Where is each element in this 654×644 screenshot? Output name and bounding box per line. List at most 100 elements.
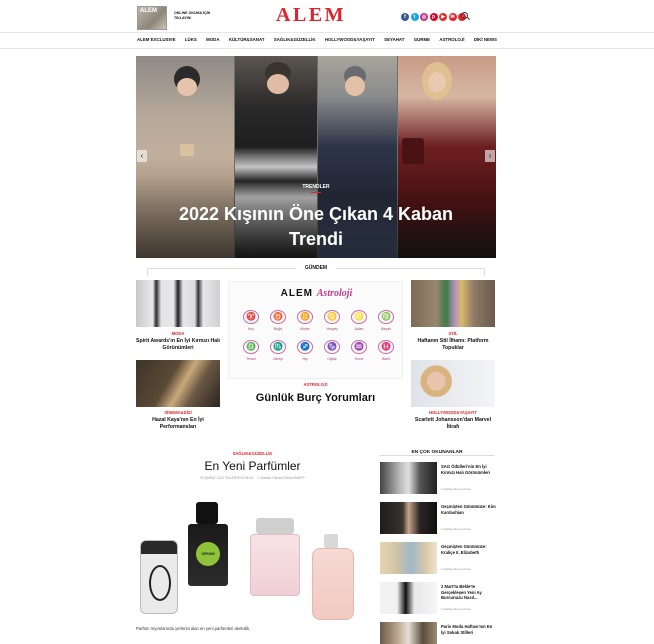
article-title[interactable]: En Yeni Parfümler — [136, 459, 369, 473]
zodiac-label: Terazi — [246, 357, 256, 361]
card-image-spirit-awards[interactable] — [136, 280, 220, 327]
youtube-icon[interactable]: ▶ — [439, 13, 447, 21]
zodiac-label: Akrep — [273, 357, 283, 361]
most-read-title[interactable]: Geçmişten Günümüze: Kraliçe II. Elizabet… — [441, 544, 497, 555]
pinterest-icon[interactable]: p — [429, 13, 438, 21]
zodiac-icon[interactable]: ♑ — [324, 340, 340, 354]
zodiac-icon[interactable]: ♍ — [378, 310, 394, 324]
astrology-script: Astroloji — [316, 288, 353, 299]
astrology-card[interactable]: ALEM Astroloji ♈ Koç ♉ Boğa ♊ İkizler ♋ Yengeç ♌… — [228, 281, 403, 379]
zodiac-icon[interactable]: ♈ — [243, 310, 259, 324]
zodiac-icon[interactable]: ♎ — [243, 340, 259, 354]
header-divider — [0, 32, 654, 33]
card-image-hazal-kaya[interactable] — [136, 360, 220, 407]
nav-item-8[interactable]: ASTROLOJİ — [439, 37, 464, 45]
zodiac-icon[interactable]: ♉ — [270, 310, 286, 324]
hero-category-underline — [311, 192, 321, 193]
gundem-heading: GÜNDEM — [296, 265, 336, 271]
most-read-meta: 1 dakika okuma süresi — [441, 567, 471, 571]
most-read-image[interactable] — [380, 542, 437, 574]
magazine-label: ALEM — [140, 8, 157, 14]
article-date: 09 ŞUBAT 2022 PAZARTESİ 08:04 — [200, 476, 254, 480]
card-title[interactable]: Haftanın Stil İlhamı: Platform Topuklar — [411, 338, 495, 352]
most-read-meta: 1 dakika okuma süresi — [441, 527, 471, 531]
astrology-brand: ALEM — [280, 288, 313, 299]
nav-item-4[interactable]: SAĞLIK&GÜZELLİK — [274, 37, 316, 45]
facebook-icon[interactable]: f — [401, 13, 409, 21]
zodiac-label: Boğa — [273, 327, 283, 331]
opium-bottle: OPIUM — [188, 524, 228, 586]
hero-title[interactable]: 2022 Kışının Öne Çıkan 4 Kaban Trendi — [176, 202, 456, 252]
opium-label: OPIUM — [196, 542, 220, 566]
creed-bottle — [312, 548, 354, 620]
most-read-title[interactable]: Geçmişten Günümüze: Kim Kardashian — [441, 504, 497, 515]
most-read-title[interactable]: 2 Mart'ta Bekle'te Gerçekleşen Yeni Ay B… — [441, 584, 497, 601]
most-read-heading: EN ÇOK OKUNANLAR — [405, 450, 469, 455]
online-read-link[interactable]: ONLINE OKUMA İÇİN TIKLAYIN! — [174, 11, 214, 21]
astrology-category[interactable]: ASTROLOJİ — [228, 382, 403, 387]
opium-cap — [196, 502, 218, 524]
zodiac-icon[interactable]: ♊ — [297, 310, 313, 324]
most-read-image[interactable] — [380, 582, 437, 614]
card-title[interactable]: Spirit Awards'ın En İyi Kırmızı Halı Gör… — [136, 338, 220, 352]
most-read-title[interactable]: Paris Moda Haftası'nın En İyi Sokak Stil… — [441, 624, 497, 635]
zodiac-icon[interactable]: ♌ — [351, 310, 367, 324]
nav-item-1[interactable]: LÜKS — [185, 37, 197, 45]
nav-item-9[interactable]: DİKİ NEWS — [474, 37, 497, 45]
article-read-time: 1 Dakika Okuma Süresi 848PP — [258, 476, 305, 480]
card-category[interactable]: MODA — [136, 331, 220, 336]
vs-cap — [256, 518, 294, 534]
card-image-scarlett-johansson[interactable] — [411, 360, 495, 407]
card-image-platform-heels[interactable] — [411, 280, 495, 327]
zodiac-label: Koç — [247, 327, 255, 331]
vs-bottle — [250, 534, 300, 596]
zodiac-icon[interactable]: ♋ — [324, 310, 340, 324]
article-category[interactable]: SAĞLIK&GÜZELLİK — [136, 451, 369, 456]
most-read-meta: 1 dakika okuma süresi — [441, 607, 471, 611]
zodiac-label: Aslan — [354, 327, 364, 331]
magazine-cover[interactable]: ALEM — [137, 6, 167, 30]
zodiac-label: Başak — [381, 327, 391, 331]
nav-item-7[interactable]: GURME — [414, 37, 430, 45]
site-logo[interactable]: ALEM — [276, 4, 346, 27]
zodiac-label: Oğlak — [327, 357, 337, 361]
hero-slider[interactable]: ‹ › TRENDLER 2022 Kışının Öne Çıkan 4 Ka… — [136, 56, 496, 258]
most-read-meta: 1 dakika okuma süresi — [441, 487, 471, 491]
most-read-title[interactable]: SAG Ödülleri'nin En İyi Kırmızı Halı Gör… — [441, 464, 497, 475]
zodiac-icon[interactable]: ♒ — [351, 340, 367, 354]
nav-divider — [0, 48, 654, 49]
instagram-icon[interactable]: ◎ — [420, 13, 428, 21]
most-read-image[interactable] — [380, 502, 437, 534]
card-category[interactable]: SİNEMA&DİZİ — [136, 410, 220, 415]
astrology-banner: ALEM Astroloji — [229, 288, 404, 299]
creed-cap — [324, 534, 338, 548]
twitter-icon[interactable]: t — [410, 13, 419, 21]
slider-next-button[interactable]: › — [485, 150, 495, 162]
card-category[interactable]: HOLLYWOOD&YAŞAYIT — [411, 410, 495, 415]
zodiac-label: Balık — [382, 357, 390, 361]
zodiac-label: Yay — [302, 357, 308, 361]
mail-icon[interactable]: ✉ — [448, 13, 457, 21]
nav-item-5[interactable]: HOLLYWOOD&YAŞAYIT — [325, 37, 375, 45]
zodiac-icon[interactable]: ♓ — [378, 340, 394, 354]
most-read-image[interactable] — [380, 622, 437, 644]
nav-item-6[interactable]: SEYAHAT — [384, 37, 404, 45]
astrology-title[interactable]: Günlük Burç Yorumları — [228, 391, 403, 405]
slider-prev-button[interactable]: ‹ — [137, 150, 147, 162]
main-nav: ALEM EXCLUSIVE LÜKS MODA KÜLTÜR&SANAT SAĞLIK… — [137, 37, 497, 45]
nav-item-0[interactable]: ALEM EXCLUSIVE — [137, 37, 176, 45]
card-title[interactable]: Scarlett Johansson'dan Marvel İtirafı — [411, 417, 495, 431]
diptyque-bottle — [140, 540, 178, 614]
article-image[interactable]: OPIUM — [136, 490, 369, 622]
card-category[interactable]: STİL — [411, 331, 495, 336]
card-title[interactable]: Hazal Kaya'nın En İyi Performansları — [136, 417, 220, 431]
search-icon[interactable] — [461, 12, 468, 19]
most-read-image[interactable] — [380, 462, 437, 494]
nav-item-3[interactable]: KÜLTÜR&SANAT — [229, 37, 265, 45]
article-summary: Parfüm reyonlarında yerlerini alan en ye… — [136, 626, 251, 631]
zodiac-icon[interactable]: ♏ — [270, 340, 286, 354]
hero-category[interactable]: TRENDLER — [136, 184, 496, 190]
zodiac-label: Kova — [354, 357, 364, 361]
nav-item-2[interactable]: MODA — [206, 37, 219, 45]
zodiac-icon[interactable]: ♐ — [297, 340, 313, 354]
